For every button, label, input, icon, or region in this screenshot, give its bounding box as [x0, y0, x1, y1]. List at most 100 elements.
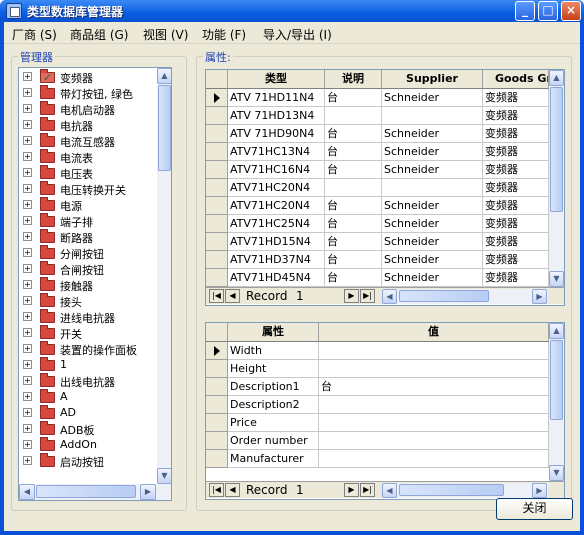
next-record-icon[interactable]: ▶ [344, 483, 359, 497]
cell-supplier[interactable]: Schneider [382, 197, 483, 215]
expand-icon[interactable]: + [23, 152, 32, 161]
attribute-table-vertical-scrollbar[interactable]: ▲ ▼ [549, 323, 564, 481]
column-header-type[interactable]: 类型 [228, 70, 325, 89]
last-record-icon[interactable]: ▶| [360, 483, 375, 497]
expand-icon[interactable]: + [23, 232, 32, 241]
column-header-attribute[interactable]: 属性 [228, 323, 319, 342]
row-selector[interactable] [206, 161, 228, 179]
tree-item[interactable]: + ✓ 变频器 [19, 69, 159, 85]
column-header-description[interactable]: 说明 [325, 70, 382, 89]
tree-item[interactable]: + 电压表 [19, 165, 159, 181]
tree-item[interactable]: + 带灯按钮, 绿色 [19, 85, 159, 101]
tree-item[interactable]: + 出线电抗器 [19, 373, 159, 389]
tree-item[interactable]: + 装置的操作面板 [19, 341, 159, 357]
record-number[interactable]: 1 [296, 289, 304, 303]
cell-goods-group[interactable]: 变频器 [483, 197, 549, 215]
close-window-button[interactable]: × [561, 1, 581, 21]
cell-attribute[interactable]: Description1 [228, 378, 319, 396]
row-selector[interactable] [206, 414, 228, 432]
type-table-horizontal-scrollbar[interactable]: ◀ ▶ [382, 289, 548, 304]
cell-type[interactable]: ATV71HC20N4 [228, 197, 325, 215]
attribute-table[interactable]: 属性 值 Width Height Description1 台 Description… [205, 322, 565, 500]
expand-icon[interactable]: + [23, 216, 32, 225]
cell-goods-group[interactable]: 变频器 [483, 89, 549, 107]
attribute-table-horizontal-scrollbar[interactable]: ◀ ▶ [382, 483, 548, 498]
cell-value[interactable] [319, 396, 549, 414]
tree-item[interactable]: + AD [19, 405, 159, 421]
category-tree[interactable]: + ✓ 变频器 + 带灯按钮, 绿色 + 电机启动器 + 电抗器 + 电流互感器 + 电流表 + 电压表 + 电… [18, 67, 172, 501]
expand-icon[interactable]: + [23, 264, 32, 273]
cell-supplier[interactable]: Schneider [382, 233, 483, 251]
tree-item[interactable]: + 电流互感器 [19, 133, 159, 149]
expand-icon[interactable]: + [23, 104, 32, 113]
tree-item[interactable]: + 接头 [19, 293, 159, 309]
expand-icon[interactable]: + [23, 184, 32, 193]
cell-description[interactable] [325, 107, 382, 125]
tree-item[interactable]: + 合闸按钮 [19, 261, 159, 277]
scroll-right-icon[interactable]: ▶ [532, 289, 547, 304]
cell-attribute[interactable]: Order number [228, 432, 319, 450]
cell-description[interactable]: 台 [325, 251, 382, 269]
expand-icon[interactable]: + [23, 168, 32, 177]
scroll-thumb[interactable] [399, 290, 489, 302]
cell-description[interactable]: 台 [325, 89, 382, 107]
cell-type[interactable]: ATV 71HD11N4 [228, 89, 325, 107]
tree-item[interactable]: + 电机启动器 [19, 101, 159, 117]
expand-icon[interactable]: + [23, 328, 32, 337]
cell-type[interactable]: ATV71HD15N4 [228, 233, 325, 251]
cell-attribute[interactable]: Width [228, 342, 319, 360]
record-number[interactable]: 1 [296, 483, 304, 497]
expand-icon[interactable]: + [23, 72, 32, 81]
cell-value[interactable] [319, 432, 549, 450]
first-record-icon[interactable]: |◀ [209, 483, 224, 497]
scroll-right-icon[interactable]: ▶ [140, 484, 156, 500]
cell-supplier[interactable]: Schneider [382, 251, 483, 269]
row-selector[interactable] [206, 233, 228, 251]
expand-icon[interactable]: + [23, 344, 32, 353]
row-selector[interactable] [206, 215, 228, 233]
maximize-button[interactable]: □ [538, 1, 558, 21]
cell-attribute[interactable]: Height [228, 360, 319, 378]
row-selector[interactable] [206, 143, 228, 161]
cell-supplier[interactable] [382, 107, 483, 125]
cell-description[interactable]: 台 [325, 143, 382, 161]
cell-goods-group[interactable]: 变频器 [483, 143, 549, 161]
row-selector[interactable] [206, 107, 228, 125]
cell-value[interactable]: 台 [319, 378, 549, 396]
tree-item[interactable]: + 分闸按钮 [19, 245, 159, 261]
cell-goods-group[interactable]: 变频器 [483, 233, 549, 251]
tree-horizontal-scrollbar[interactable]: ◀ ▶ [19, 484, 171, 500]
menu-goods-group[interactable]: 商品组 (G) [70, 26, 128, 43]
cell-type[interactable]: ATV 71HD13N4 [228, 107, 325, 125]
menu-function[interactable]: 功能 (F) [202, 26, 246, 43]
scroll-thumb[interactable] [399, 484, 504, 496]
row-selector[interactable] [206, 378, 228, 396]
cell-description[interactable]: 台 [325, 161, 382, 179]
minimize-button[interactable]: _ [515, 1, 535, 21]
cell-type[interactable]: ATV71HD45N4 [228, 269, 325, 287]
cell-supplier[interactable]: Schneider [382, 161, 483, 179]
scroll-left-icon[interactable]: ◀ [382, 289, 397, 304]
scroll-down-icon[interactable]: ▼ [549, 271, 564, 287]
row-selector[interactable] [206, 269, 228, 287]
tree-item[interactable]: + 接触器 [19, 277, 159, 293]
tree-item[interactable]: +1 [19, 357, 159, 373]
column-header-goods-group[interactable]: Goods Gr [483, 70, 549, 89]
row-selector[interactable] [206, 342, 228, 360]
row-selector[interactable] [206, 251, 228, 269]
row-selector[interactable] [206, 89, 228, 107]
scroll-thumb[interactable] [36, 485, 136, 498]
tree-item[interactable]: + 开关 [19, 325, 159, 341]
cell-value[interactable] [319, 450, 549, 468]
expand-icon[interactable]: + [23, 280, 32, 289]
tree-vertical-scrollbar[interactable]: ▲ ▼ [157, 68, 171, 484]
menu-import-export[interactable]: 导入/导出 (I) [263, 26, 332, 43]
menu-manufacturer[interactable]: 厂商 (S) [12, 26, 57, 43]
tree-item[interactable]: + 进线电抗器 [19, 309, 159, 325]
cell-goods-group[interactable]: 变频器 [483, 179, 549, 197]
next-record-icon[interactable]: ▶ [344, 289, 359, 303]
expand-icon[interactable]: + [23, 392, 32, 401]
cell-type[interactable]: ATV 71HD90N4 [228, 125, 325, 143]
tree-item[interactable]: + ADB板 [19, 421, 159, 437]
title-bar[interactable]: 类型数据库管理器 _ □ × [0, 0, 584, 22]
